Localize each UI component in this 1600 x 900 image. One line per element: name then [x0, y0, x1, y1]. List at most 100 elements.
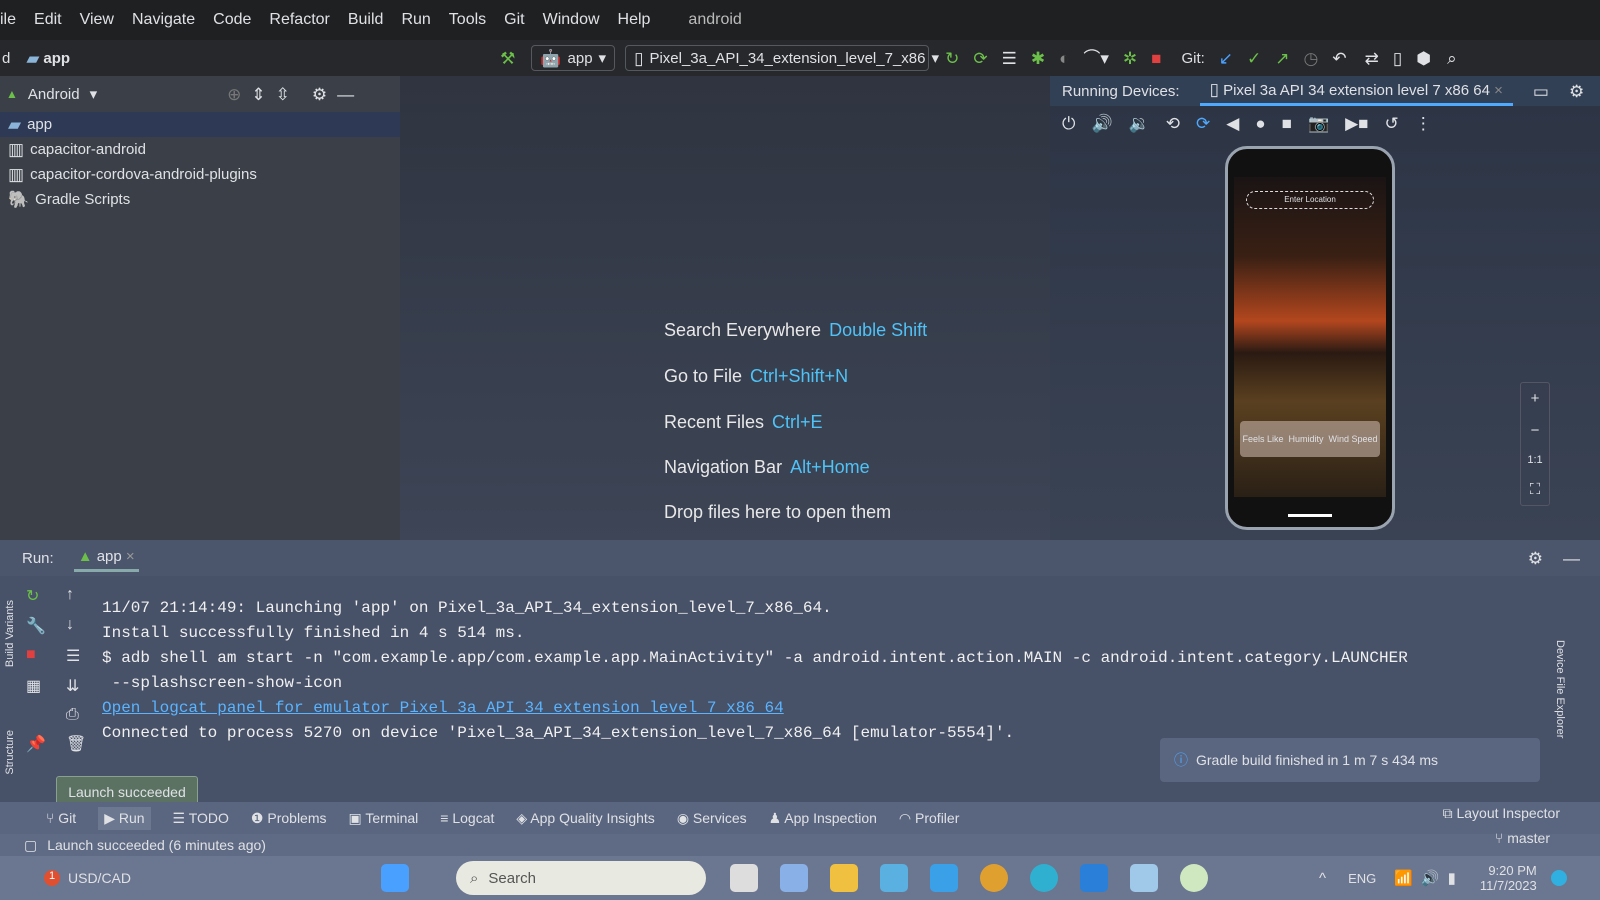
debug-icon[interactable]: ✱ — [1031, 50, 1045, 67]
soft-wrap-icon[interactable]: ☰ — [66, 646, 96, 666]
menu-navigate[interactable]: Navigate — [132, 11, 195, 29]
battery-icon[interactable]: ▮ — [1448, 869, 1456, 887]
notification-icon[interactable] — [1550, 870, 1567, 886]
mail-icon[interactable] — [930, 864, 959, 892]
trash-icon[interactable]: 🗑 — [66, 734, 96, 754]
git-update-icon[interactable]: ↙ — [1219, 50, 1233, 67]
git-branch[interactable]: ⑂ master — [1495, 830, 1550, 846]
coverage-icon[interactable]: ◐ — [1059, 50, 1069, 67]
chat-icon[interactable] — [780, 864, 809, 892]
volume-up-icon[interactable]: 🔊 — [1091, 114, 1112, 134]
minimize-icon[interactable]: — — [1563, 550, 1580, 567]
tree-item-cordova-plugins[interactable]: ▥ capacitor-cordova-android-plugins — [0, 162, 400, 187]
language-indicator[interactable]: ENG — [1348, 871, 1376, 886]
gradle-notification[interactable]: ⓘ Gradle build finished in 1 m 7 s 434 ms — [1160, 738, 1540, 782]
volume-down-icon[interactable]: 🔉 — [1129, 114, 1150, 134]
location-input[interactable]: Enter Location — [1246, 191, 1374, 209]
tab-logcat[interactable]: ≡ Logcat — [440, 810, 494, 826]
locate-icon[interactable]: ⊕ — [227, 86, 241, 103]
ticker-widget[interactable]: USD/CAD — [68, 870, 131, 886]
sync-gradle-icon[interactable]: ⇄ — [1365, 50, 1379, 67]
tab-services[interactable]: ◉ Services — [677, 810, 747, 827]
profile-icon[interactable]: ⌒▾ — [1083, 50, 1109, 67]
menu-view[interactable]: View — [80, 11, 114, 29]
gear-icon[interactable]: ⚙ — [1569, 83, 1584, 100]
rollback-icon[interactable]: ↶ — [1332, 50, 1346, 67]
tree-item-app[interactable]: ▰ app — [0, 112, 400, 137]
list-icon[interactable]: ☰ — [1002, 50, 1017, 67]
minimize-icon[interactable]: — — [337, 86, 354, 103]
clock[interactable]: 9:20 PM 11/7/2023 — [1480, 863, 1537, 893]
stop-icon[interactable]: ■ — [1151, 50, 1161, 67]
scroll-up-icon[interactable]: ↑ — [66, 586, 96, 606]
apply-changes-icon[interactable]: ⟳ — [973, 50, 987, 67]
tab-app-quality-insights[interactable]: ◈ App Quality Insights — [516, 810, 654, 827]
menu-edit[interactable]: Edit — [34, 11, 62, 29]
breadcrumb-prefix[interactable]: d — [2, 50, 10, 67]
tab-todo[interactable]: ☰ TODO — [173, 810, 229, 827]
overview-icon[interactable]: ■ — [1282, 114, 1292, 134]
expand-all-icon[interactable]: ⇕ — [251, 86, 265, 103]
device-manager-icon[interactable]: ▯ — [1393, 50, 1402, 67]
git-push-icon[interactable]: ↗ — [1275, 50, 1289, 67]
menu-tools[interactable]: Tools — [449, 11, 486, 29]
search-icon[interactable]: ⌕ — [1447, 50, 1457, 67]
run-console[interactable]: 11/07 21:14:49: Launching 'app' on Pixel… — [102, 596, 1408, 746]
chevron-up-icon[interactable]: ^ — [1319, 870, 1326, 887]
menu-run[interactable]: Run — [401, 11, 430, 29]
tree-item-gradle-scripts[interactable]: 🐘 Gradle Scripts — [0, 187, 400, 212]
task-view-icon[interactable] — [730, 864, 759, 892]
wifi-icon[interactable]: 📶 — [1394, 869, 1413, 887]
tab-terminal[interactable]: ▣ Terminal — [349, 810, 419, 827]
tab-git[interactable]: ⑂ Git — [46, 810, 76, 826]
run-config-select[interactable]: 🤖 app ▾ — [531, 45, 616, 71]
menu-code[interactable]: Code — [213, 11, 251, 29]
emulator-phone[interactable]: Enter Location Feels Like Humidity Wind Sp… — [1225, 146, 1395, 530]
logcat-link[interactable]: Open logcat panel for emulator Pixel 3a … — [102, 699, 784, 717]
zoom-in-icon[interactable]: + — [1531, 390, 1540, 407]
git-commit-icon[interactable]: ✓ — [1247, 50, 1261, 67]
gear-icon[interactable]: ⚙ — [312, 86, 327, 103]
project-view-select[interactable]: Android — [28, 86, 80, 103]
side-tab-build-variants[interactable]: Build Variants — [4, 600, 16, 667]
collapse-all-icon[interactable]: ⇳ — [276, 86, 290, 103]
chrome-icon[interactable] — [980, 864, 1009, 892]
file-explorer-icon[interactable] — [830, 864, 859, 892]
layout-icon[interactable]: ▦ — [26, 676, 56, 696]
tab-run[interactable]: ▶ Run — [98, 806, 151, 830]
menu-build[interactable]: Build — [348, 11, 384, 29]
menu-git[interactable]: Git — [504, 11, 524, 29]
record-icon[interactable]: ▶■ — [1345, 114, 1368, 134]
tab-layout-inspector[interactable]: ⧉ Layout Inspector — [1443, 805, 1560, 822]
device-select[interactable]: ▯ Pixel_3a_API_34_extension_level_7_x86 ▾ — [625, 45, 939, 71]
taskbar-search[interactable]: ⌕ Search — [456, 861, 707, 895]
snapshot-icon[interactable]: ↺ — [1384, 114, 1398, 134]
tree-item-capacitor-android[interactable]: ▥ capacitor-android — [0, 137, 400, 162]
tab-problems[interactable]: ❶ Problems — [251, 810, 327, 827]
tab-profiler[interactable]: ◠ Profiler — [899, 810, 959, 827]
gear-icon[interactable]: ⚙ — [1528, 550, 1543, 567]
camera-icon[interactable]: 📷 — [1308, 114, 1329, 134]
stop-icon[interactable]: ■ — [26, 646, 56, 666]
home-icon[interactable]: ● — [1255, 114, 1265, 134]
history-icon[interactable]: ◷ — [1304, 50, 1319, 67]
build-hammer-icon[interactable]: ⚒ — [500, 50, 515, 67]
fit-screen-icon[interactable]: ⛶ — [1530, 481, 1541, 498]
status-message[interactable]: Launch succeeded (6 minutes ago) — [47, 837, 266, 853]
side-tab-structure[interactable]: Structure — [4, 730, 16, 775]
menu-help[interactable]: Help — [618, 11, 651, 29]
menu-file[interactable]: ile — [0, 11, 16, 29]
app-screen[interactable]: Enter Location Feels Like Humidity Wind Sp… — [1234, 177, 1386, 497]
back-icon[interactable]: ◀ — [1226, 114, 1239, 134]
zoom-out-icon[interactable]: − — [1531, 422, 1540, 439]
rerun-icon[interactable]: ↻ — [945, 50, 959, 67]
sdk-manager-icon[interactable]: ⬢ — [1416, 50, 1431, 67]
volume-icon[interactable]: 🔊 — [1421, 869, 1440, 887]
attach-debugger-icon[interactable]: ✲ — [1123, 50, 1137, 67]
vscode-icon[interactable] — [1080, 864, 1109, 892]
notepad-icon[interactable] — [1130, 864, 1159, 892]
rotate-right-icon[interactable]: ⟳ — [1196, 114, 1210, 134]
power-icon[interactable]: ⏻ — [1062, 114, 1075, 134]
menu-refactor[interactable]: Refactor — [269, 11, 329, 29]
rerun-icon[interactable]: ↻ — [26, 586, 56, 606]
